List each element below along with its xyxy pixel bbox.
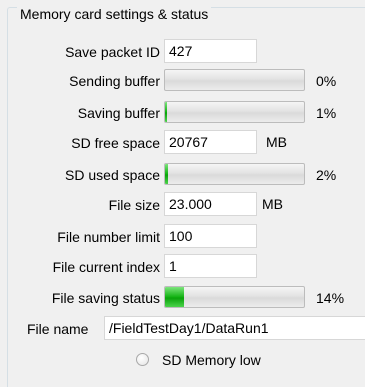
- sd-used-space-progress: [164, 163, 305, 185]
- save-packet-id-label: Save packet ID: [65, 44, 160, 60]
- group-title: Memory card settings & status: [17, 6, 212, 22]
- file-name-field[interactable]: /FieldTestDay1/DataRun1: [104, 316, 365, 340]
- saving-buffer-fill: [165, 102, 167, 122]
- sd-memory-low-radio[interactable]: [136, 353, 149, 366]
- file-current-index-label: File current index: [52, 259, 160, 275]
- sd-free-space-unit: MB: [266, 134, 287, 150]
- sd-free-space-label: SD free space: [71, 135, 160, 151]
- saving-buffer-progress: [164, 101, 305, 123]
- save-packet-id-field[interactable]: 427: [164, 39, 257, 63]
- file-saving-status-progress: [164, 286, 305, 308]
- file-number-limit-label: File number limit: [57, 229, 160, 245]
- file-size-field[interactable]: 23.000: [164, 192, 257, 216]
- sd-memory-low-label: SD Memory low: [162, 352, 261, 368]
- sending-buffer-label: Sending buffer: [69, 73, 160, 89]
- file-size-unit: MB: [262, 196, 283, 212]
- file-current-index-field[interactable]: 1: [164, 254, 257, 278]
- file-size-label: File size: [108, 197, 160, 213]
- saving-buffer-label: Saving buffer: [77, 105, 160, 121]
- sd-used-space-fill: [165, 164, 168, 184]
- sd-free-space-field[interactable]: 20767: [164, 130, 257, 154]
- file-name-label: File name: [27, 321, 89, 337]
- sd-used-space-label: SD used space: [65, 167, 160, 183]
- sending-buffer-percent: 0%: [316, 73, 337, 89]
- saving-buffer-percent: 1%: [316, 105, 337, 121]
- file-saving-status-label: File saving status: [51, 290, 160, 306]
- file-saving-status-percent: 14%: [316, 290, 345, 306]
- sending-buffer-progress: [164, 69, 305, 91]
- file-number-limit-field[interactable]: 100: [164, 224, 257, 248]
- file-saving-status-fill: [165, 287, 184, 307]
- sd-used-space-percent: 2%: [316, 167, 337, 183]
